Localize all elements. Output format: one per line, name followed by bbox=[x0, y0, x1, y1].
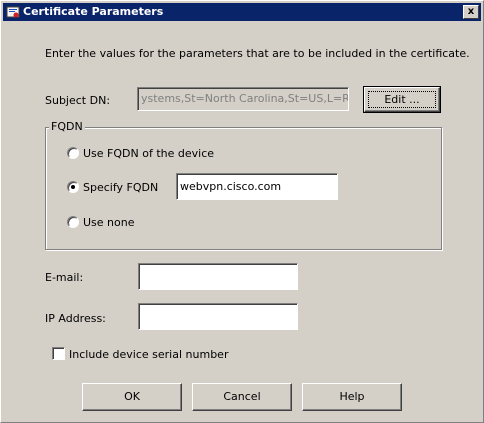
focus-rect bbox=[368, 91, 436, 108]
ok-button[interactable]: OK bbox=[82, 383, 182, 411]
cancel-button[interactable]: Cancel bbox=[192, 383, 292, 411]
dialog-window: Certificate Parameters x Enter the value… bbox=[0, 0, 484, 423]
radio-use-device-fqdn[interactable] bbox=[67, 147, 79, 159]
radio-use-none-label[interactable]: Use none bbox=[83, 216, 135, 229]
help-button[interactable]: Help bbox=[302, 383, 402, 411]
radio-specify-fqdn[interactable] bbox=[67, 181, 79, 193]
serial-checkbox[interactable] bbox=[52, 347, 65, 360]
radio-specify-fqdn-label[interactable]: Specify FQDN bbox=[83, 181, 158, 194]
fqdn-input[interactable]: webvpn.cisco.com bbox=[176, 173, 338, 200]
email-field[interactable] bbox=[138, 263, 298, 290]
fqdn-group-label: FQDN bbox=[49, 120, 85, 133]
email-label: E-mail: bbox=[45, 271, 84, 284]
serial-checkbox-label[interactable]: Include device serial number bbox=[69, 348, 228, 361]
close-button[interactable]: x bbox=[463, 5, 479, 19]
radio-use-none[interactable] bbox=[67, 216, 79, 228]
radio-selected-dot bbox=[71, 185, 75, 189]
certificate-icon bbox=[6, 6, 20, 18]
intro-text: Enter the values for the parameters that… bbox=[45, 47, 470, 60]
radio-use-device-fqdn-label[interactable]: Use FQDN of the device bbox=[83, 147, 214, 160]
subject-dn-label: Subject DN: bbox=[45, 94, 111, 107]
ip-address-field[interactable] bbox=[138, 303, 298, 330]
edit-button[interactable]: Edit ... bbox=[363, 86, 441, 113]
window-title: Certificate Parameters bbox=[23, 5, 164, 18]
ip-address-label: IP Address: bbox=[45, 312, 106, 325]
subject-dn-field: ystems,St=North Carolina,St=US,L=Raleigh bbox=[137, 87, 349, 111]
title-bar[interactable]: Certificate Parameters x bbox=[3, 3, 481, 21]
close-icon: x bbox=[467, 6, 475, 17]
